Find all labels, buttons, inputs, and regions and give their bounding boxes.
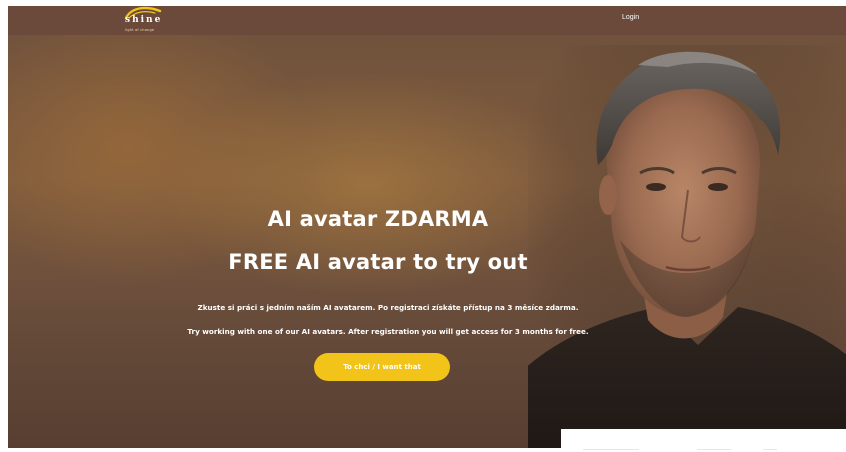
hero-section: AI avatar ZDARMA FREE AI avatar to try o… (8, 35, 846, 448)
hero-title-en: FREE AI avatar to try out (228, 250, 528, 275)
panel-divider (583, 449, 639, 450)
bottom-right-panel (561, 429, 846, 452)
logo-wordmark: shine (125, 15, 163, 25)
logo-tagline: light of change (125, 28, 155, 32)
hero-text-en: Try working with one of our AI avatars. … (187, 327, 589, 337)
panel-divider (697, 449, 731, 450)
top-navbar: shine light of change Login (8, 6, 846, 35)
page: shine light of change Login AI avatar ZD… (0, 0, 846, 452)
i-want-that-button[interactable]: To chci / I want that (314, 353, 450, 381)
hero-title-cz: AI avatar ZDARMA (267, 207, 489, 232)
brand-logo[interactable]: shine light of change (116, 6, 176, 36)
hero-content: AI avatar ZDARMA FREE AI avatar to try o… (8, 35, 748, 448)
login-link[interactable]: Login (622, 14, 639, 21)
hero-text-cz: Zkuste si práci s jedním naším AI avatar… (197, 303, 579, 313)
panel-divider (763, 449, 777, 450)
